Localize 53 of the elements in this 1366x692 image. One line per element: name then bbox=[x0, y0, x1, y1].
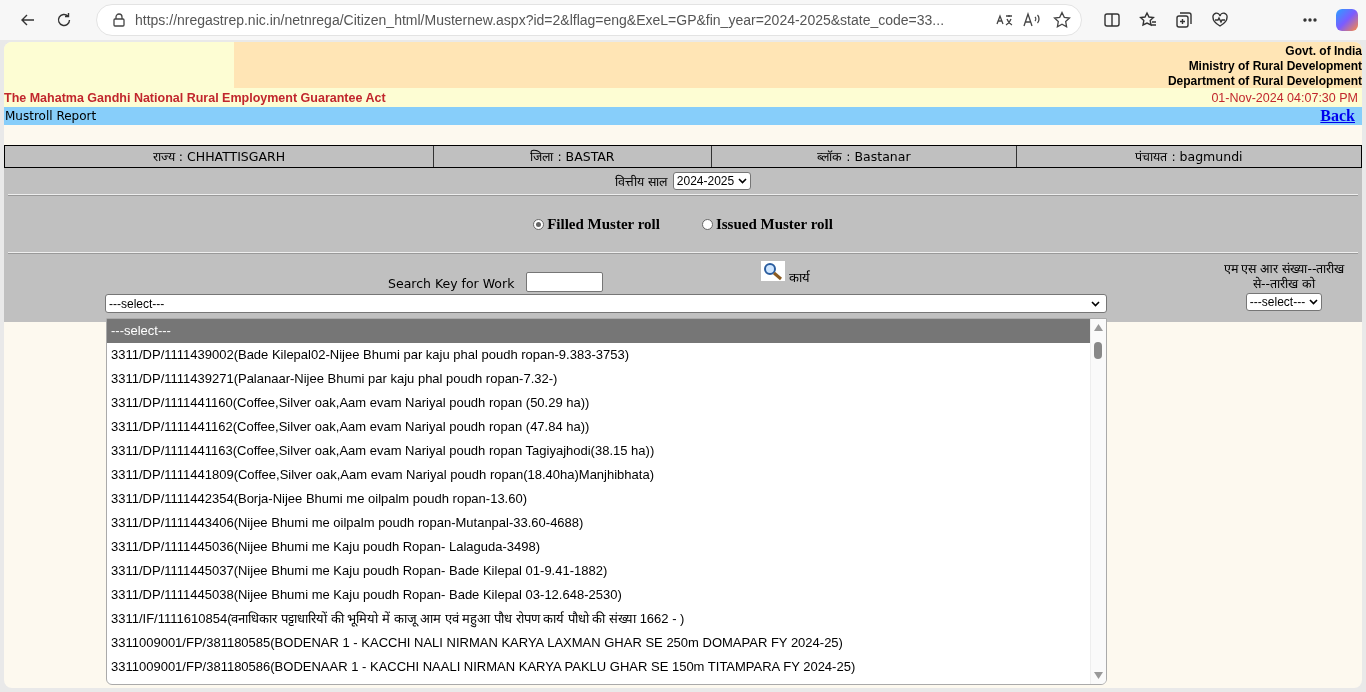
address-bar[interactable]: https://nregastrep.nic.in/netnrega/Citizen_html/Musternew.aspx?id=2&lflag=eng&ExeL=GP&fin_year=2024-2025&state_code=33... bbox=[96, 4, 1082, 36]
ministry-text: Department of Rural Development bbox=[1167, 74, 1362, 89]
radio-label[interactable]: Issued Muster roll bbox=[715, 215, 833, 233]
work-option[interactable]: 3311/DP/1111441162(Coffee,Silver oak,Aam evam Nariyal poudh ropan (47.84 ha)) bbox=[107, 415, 1090, 439]
translate-icon[interactable] bbox=[995, 12, 1013, 28]
work-option[interactable]: 3311009001/FP/381180585(BODENAR 1 - KACCHI NALI NIRMAN KARYA LAXMAN GHAR SE 250m DOMAPAR FY 2024-25) bbox=[107, 631, 1090, 655]
work-option[interactable]: 3311/DP/1111441809(Coffee,Silver oak,Aam evam Nariyal poudh ropan(18.40ha)Manjhibhata) bbox=[107, 463, 1090, 487]
datetime-text: 01-Nov-2024 04:07:30 PM bbox=[1211, 90, 1358, 105]
copilot-icon[interactable] bbox=[1336, 9, 1358, 31]
report-title: Mustroll Report bbox=[5, 109, 97, 123]
work-option[interactable]: 3311/DP/1111441160(Coffee,Silver oak,Aam evam Nariyal poudh ropan (50.29 ha)) bbox=[107, 391, 1090, 415]
ministry-text: Govt. of India bbox=[1285, 44, 1362, 59]
work-option[interactable]: 3311/DP/1111445037(Nijee Bhumi me Kaju poudh Ropan- Bade Kilepal 01-9.41-1882) bbox=[107, 559, 1090, 583]
work-option[interactable]: 3311/DP/1111443406(Nijee Bhumi me oilpalm poudh ropan-Mutanpal-33.60-4688) bbox=[107, 511, 1090, 535]
work-select[interactable]: ---select--- bbox=[105, 294, 1107, 313]
work-option[interactable]: 3311/DP/1111445036(Nijee Bhumi me Kaju poudh Ropan- Lalaguda-3498) bbox=[107, 535, 1090, 559]
scrollbar-thumb[interactable] bbox=[1094, 342, 1102, 359]
star-icon[interactable] bbox=[1053, 11, 1071, 29]
caret-icon bbox=[738, 178, 748, 184]
work-option[interactable]: 3311/DP/1111445038(Nijee Bhumi me Kaju poudh Ropan- Bade Kilepal 03-12.648-2530) bbox=[107, 583, 1090, 607]
search-icon[interactable] bbox=[761, 261, 786, 281]
search-key-field[interactable] bbox=[526, 272, 604, 292]
msr-select[interactable]: ---select--- bbox=[1245, 293, 1323, 311]
location-cell-text: राज्य : CHHATTISGARH bbox=[151, 148, 287, 166]
location-cell: पंचायत : bagmundi bbox=[1016, 146, 1361, 167]
back-link[interactable]: Back bbox=[1320, 107, 1355, 125]
scroll-up-icon[interactable] bbox=[1094, 324, 1103, 331]
radio-button[interactable] bbox=[701, 218, 713, 230]
location-cell: ब्लॉक : Bastanar bbox=[711, 146, 1016, 167]
financial-year-select[interactable]: 2024-2025 bbox=[672, 172, 752, 190]
work-option[interactable]: 3311/DP/1111439271(Palanaar-Nijee Bhumi par kaju phal poudh ropan-7.32-) bbox=[107, 367, 1090, 391]
financial-year-label: वित्तीय साल bbox=[614, 172, 667, 190]
work-option[interactable]: 3311/DP/1111442354(Borja-Nijee Bhumi me oilpalm poudh ropan-13.60) bbox=[107, 487, 1090, 511]
act-title: The Mahatma Gandhi National Rural Employment Guarantee Act bbox=[4, 90, 386, 105]
scroll-down-icon[interactable] bbox=[1094, 672, 1103, 679]
work-option[interactable]: 3311009001/FP/381180586(BODENAAR 1 - KACCHI NAALI NIRMAN KARYA PAKLU GHAR SE 150m TITAMPARA FY 2024-25) bbox=[107, 655, 1090, 679]
caret-icon bbox=[1309, 299, 1319, 305]
msr-label: एम एस आर संख्या--तारीख bbox=[1223, 261, 1345, 276]
url-text: https://nregastrep.nic.in/netnrega/Citizen_html/Musternew.aspx?id=2&lflag=eng&ExeL=GP&fin_year=2024-2025&state_code=33... bbox=[135, 12, 946, 28]
work-label: कार्य bbox=[789, 269, 811, 286]
work-option[interactable]: 3311/DP/1111441163(Coffee,Silver oak,Aam evam Nariyal poudh ropan Tagiyajhodi(38.15 ha)) bbox=[107, 439, 1090, 463]
msr-label: से--तारीख को bbox=[1253, 276, 1315, 291]
lock-icon bbox=[113, 13, 125, 27]
radio-button[interactable] bbox=[533, 218, 545, 230]
search-key-label: Search Key for Work bbox=[388, 276, 515, 291]
work-option[interactable]: ---select--- bbox=[107, 319, 1090, 343]
location-cell: जिला : BASTAR bbox=[433, 146, 711, 167]
work-option[interactable]: 3311/IF/1111610854(वनाधिकार पट्टाधारियों की भूमियो में काजू आम एवं महुआ पौध रोपण कार्य पौधो की संख्या 1662 - ) bbox=[107, 607, 1090, 631]
caret-icon bbox=[1091, 300, 1100, 307]
radio-label[interactable]: Filled Muster roll bbox=[547, 215, 660, 233]
ministry-text: Ministry of Rural Development bbox=[1188, 59, 1362, 74]
read-aloud-icon[interactable] bbox=[1023, 12, 1043, 28]
work-option[interactable]: 3311/DP/1111439002(Bade Kilepal02-Nijee Bhumi par kaju phal poudh ropan-9.383-3753) bbox=[107, 343, 1090, 367]
